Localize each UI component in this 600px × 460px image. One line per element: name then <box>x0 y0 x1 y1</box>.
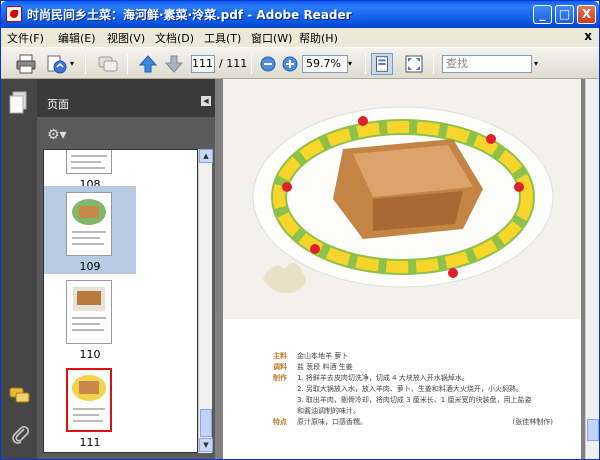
attachments-icon[interactable] <box>11 423 29 445</box>
thumbnails-scrollbar[interactable]: ▲ ▼ <box>198 149 213 453</box>
comments-icon[interactable] <box>9 387 31 405</box>
document-close-icon[interactable]: x <box>584 29 592 43</box>
toolbar-separator <box>127 54 128 74</box>
title-bar: 时尚民间乡土菜：海河鲜·素菜·泠菜.pdf - Adobe Reader _ □… <box>1 1 599 28</box>
menu-bar: 文件(F) 编辑(E) 视图(V) 文档(D) 工具(T) 窗口(W) 帮助(H… <box>1 28 599 46</box>
fit-width-icon[interactable] <box>371 53 393 75</box>
share-dropdown-icon[interactable]: ▾ <box>67 55 77 73</box>
page-number-input[interactable]: 111 <box>191 55 215 73</box>
zoom-dropdown-icon[interactable]: ▾ <box>345 55 355 73</box>
scroll-down-arrow[interactable]: ▼ <box>199 438 213 452</box>
menu-view[interactable]: 视图(V) <box>107 30 145 46</box>
recipe-row: 和酱油调制的味汁。 <box>297 407 360 415</box>
recipe-row: 制作 1. 将鲜羊去皮肉切洗净，切成 4 大块放入开水锅焯水。 <box>273 374 469 382</box>
recipe-row: 调料盐 葱段 料酒 生姜 <box>273 363 353 371</box>
next-page-icon[interactable] <box>163 53 185 75</box>
page-thumbnail-selected[interactable] <box>66 192 112 256</box>
document-scrollbar[interactable] <box>585 79 599 459</box>
thumbnail-label: 110 <box>79 348 101 361</box>
zoom-in-icon[interactable] <box>279 53 301 75</box>
window-title: 时尚民间乡土菜：海河鲜·素菜·泠菜.pdf - Adobe Reader <box>27 8 352 22</box>
pages-panel: 页面 ◀ ⚙▾ 108 109 110 111 ▲ ▼ <box>37 79 215 459</box>
recipe-row: 特点 原汁原味，口感香糯。 (张佳林制作) <box>273 418 553 426</box>
page-total: / 111 <box>219 57 248 70</box>
scrollbar-thumb[interactable] <box>200 409 212 437</box>
pages-icon[interactable] <box>9 91 29 115</box>
dish-photo <box>223 79 581 319</box>
navigation-pane-bar <box>1 79 37 459</box>
toolbar: ▾ 111 / 111 59.7% ▾ 查找 ▾ <box>1 47 599 79</box>
page-thumbnail-current[interactable] <box>66 368 112 432</box>
page-thumbnails-list: 108 109 110 111 <box>43 149 198 453</box>
document-view: 主料 金山本地羊 萝卜 调料盐 葱段 料酒 生姜 制作 1. 将鲜羊去皮肉切洗净，切… <box>215 79 585 459</box>
comment-icon[interactable] <box>97 53 119 75</box>
recipe-row: 3. 取出羊肉，剔骨冷却，将肉切成 3 厘米长、1 厘米宽的块装盘，用上盐姿 <box>297 396 532 404</box>
thumbnail-label: 111 <box>79 436 101 449</box>
full-screen-icon[interactable] <box>403 53 425 75</box>
pages-panel-title: 页面 <box>47 98 69 111</box>
options-menu-button[interactable]: ⚙▾ <box>47 127 71 143</box>
close-button[interactable]: X <box>577 5 596 24</box>
menu-file[interactable]: 文件(F) <box>7 30 44 46</box>
search-input[interactable]: 查找 <box>442 55 532 73</box>
zoom-out-icon[interactable] <box>257 53 279 75</box>
toolbar-separator <box>85 54 86 74</box>
minimize-button[interactable]: _ <box>533 5 552 24</box>
menu-help[interactable]: 帮助(H) <box>299 30 338 46</box>
collapse-panel-button[interactable]: ◀ <box>201 96 211 106</box>
app-window: 时尚民间乡土菜：海河鲜·素菜·泠菜.pdf - Adobe Reader _ □… <box>0 0 600 460</box>
search-dropdown-icon[interactable]: ▾ <box>531 55 541 73</box>
menu-edit[interactable]: 编辑(E) <box>58 30 96 46</box>
scroll-up-arrow[interactable]: ▲ <box>199 149 213 163</box>
toolbar-separator <box>251 54 252 74</box>
adobe-reader-icon <box>6 6 22 22</box>
toolbar-separator <box>365 54 366 74</box>
menu-document[interactable]: 文档(D) <box>155 30 194 46</box>
print-icon[interactable] <box>15 53 37 75</box>
recipe-author: (张佳林制作) <box>512 418 553 426</box>
recipe-row: 2. 另取大锅放入水，放入羊肉、萝卜、生姜和料酒大火烧开，小火焖熟。 <box>297 385 523 393</box>
thumbnail-label: 109 <box>79 260 101 273</box>
recipe-row: 主料 金山本地羊 萝卜 <box>273 352 349 360</box>
pages-panel-header: 页面 ◀ <box>37 79 215 117</box>
page-thumbnail[interactable] <box>66 280 112 344</box>
maximize-button[interactable]: □ <box>555 5 574 24</box>
menu-tools[interactable]: 工具(T) <box>204 30 241 46</box>
share-icon[interactable] <box>45 53 67 75</box>
toolbar-separator <box>433 54 434 74</box>
menu-window[interactable]: 窗口(W) <box>251 30 292 46</box>
document-scrollbar-thumb[interactable] <box>587 419 599 441</box>
pdf-page: 主料 金山本地羊 萝卜 调料盐 葱段 料酒 生姜 制作 1. 将鲜羊去皮肉切洗净，切… <box>223 79 581 459</box>
recipe-text: 主料 金山本地羊 萝卜 调料盐 葱段 料酒 生姜 制作 1. 将鲜羊去皮肉切洗净，切… <box>273 351 563 428</box>
zoom-level-input[interactable]: 59.7% <box>302 55 348 73</box>
page-thumbnail[interactable] <box>66 150 112 174</box>
previous-page-icon[interactable] <box>137 53 159 75</box>
